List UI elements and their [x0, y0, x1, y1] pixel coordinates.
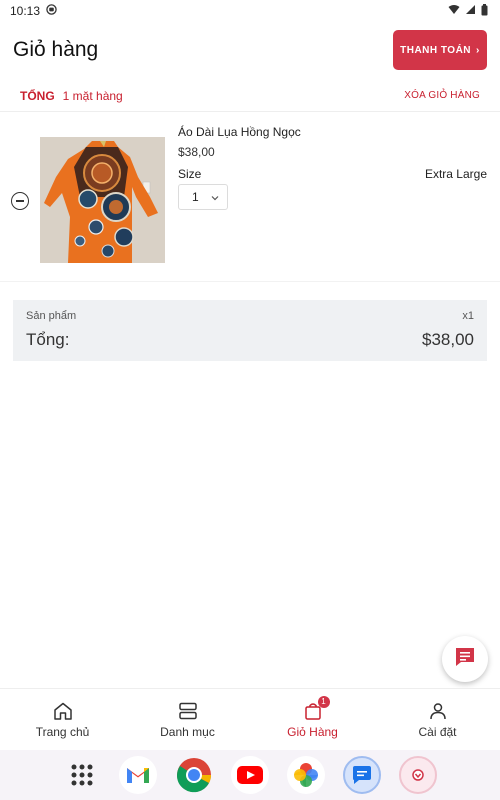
home-icon: [53, 701, 73, 721]
size-value: Extra Large: [424, 167, 487, 181]
product-image[interactable]: [40, 137, 165, 263]
status-bar: 10:13: [0, 0, 500, 22]
bottom-nav: Trang chủ Danh mục 1 Giỏ Hàng Cài đặt: [0, 688, 500, 750]
nav-label-settings: Cài đặt: [418, 724, 457, 739]
order-totals: Sản phẩm x1 Tổng: $38,00: [13, 300, 487, 361]
nav-item-categories[interactable]: Danh mục: [125, 689, 250, 750]
nav-label-categories: Danh mục: [160, 724, 215, 739]
size-label: Size: [178, 167, 202, 181]
clear-cart-button[interactable]: XÓA GIỎ HÀNG: [404, 90, 480, 101]
status-time: 10:13: [10, 4, 41, 18]
category-icon: [178, 701, 198, 721]
system-dock: [0, 750, 500, 800]
summary-left: TỔNG 1 mặt hàng: [20, 89, 123, 103]
products-row: Sản phẩm x1: [26, 310, 474, 322]
total-label: Tổng:: [26, 330, 70, 349]
chrome-icon[interactable]: [175, 756, 213, 794]
notification-icon: [46, 4, 57, 18]
signal-icon: [465, 4, 476, 18]
youtube-icon[interactable]: [231, 756, 269, 794]
item-count: 1 mặt hàng: [62, 88, 123, 103]
photos-icon[interactable]: [287, 756, 325, 794]
chevron-right-icon: ›: [476, 44, 480, 56]
chat-icon: [454, 646, 476, 673]
battery-icon: [481, 3, 488, 19]
product-name[interactable]: Áo Dài Lụa Hồng Ngọc: [178, 125, 301, 139]
cart-item: Áo Dài Lụa Hồng Ngọc $38,00 Size Extra L…: [0, 112, 500, 282]
page-title: Giỏ hàng: [13, 38, 99, 61]
quantity-value: 1: [192, 190, 199, 204]
app-icon[interactable]: [399, 756, 437, 794]
products-count: x1: [462, 310, 474, 322]
remove-item-icon[interactable]: [11, 192, 29, 210]
chat-button[interactable]: [442, 636, 488, 682]
messages-icon[interactable]: [343, 756, 381, 794]
nav-item-cart[interactable]: 1 Giỏ Hàng: [250, 689, 375, 750]
total-row: Tổng: $38,00: [26, 330, 474, 350]
apps-grid-icon[interactable]: [63, 756, 101, 794]
status-right: [448, 3, 488, 19]
gmail-icon[interactable]: [119, 756, 157, 794]
chevron-down-icon: [211, 190, 219, 204]
status-left: 10:13: [10, 4, 57, 18]
product-price: $38,00: [178, 145, 215, 159]
checkout-button[interactable]: THANH TOÁN ›: [393, 30, 487, 70]
nav-item-home[interactable]: Trang chủ: [0, 689, 125, 750]
checkout-label: THANH TOÁN: [400, 44, 472, 56]
bag-icon: 1: [304, 695, 330, 721]
header: Giỏ hàng THANH TOÁN ›: [0, 22, 500, 78]
total-value: $38,00: [422, 330, 474, 349]
wifi-icon: [448, 4, 460, 18]
summary-total-label: TỔNG: [20, 88, 55, 103]
cart-badge: 1: [317, 695, 330, 708]
nav-item-settings[interactable]: Cài đặt: [375, 689, 500, 750]
nav-label-home: Trang chủ: [35, 724, 90, 739]
person-icon: [429, 701, 447, 721]
products-label: Sản phẩm: [26, 310, 77, 322]
nav-label-cart: Giỏ Hàng: [287, 724, 338, 739]
quantity-select[interactable]: 1: [178, 184, 228, 210]
cart-summary-row: TỔNG 1 mặt hàng XÓA GIỎ HÀNG: [0, 80, 500, 112]
